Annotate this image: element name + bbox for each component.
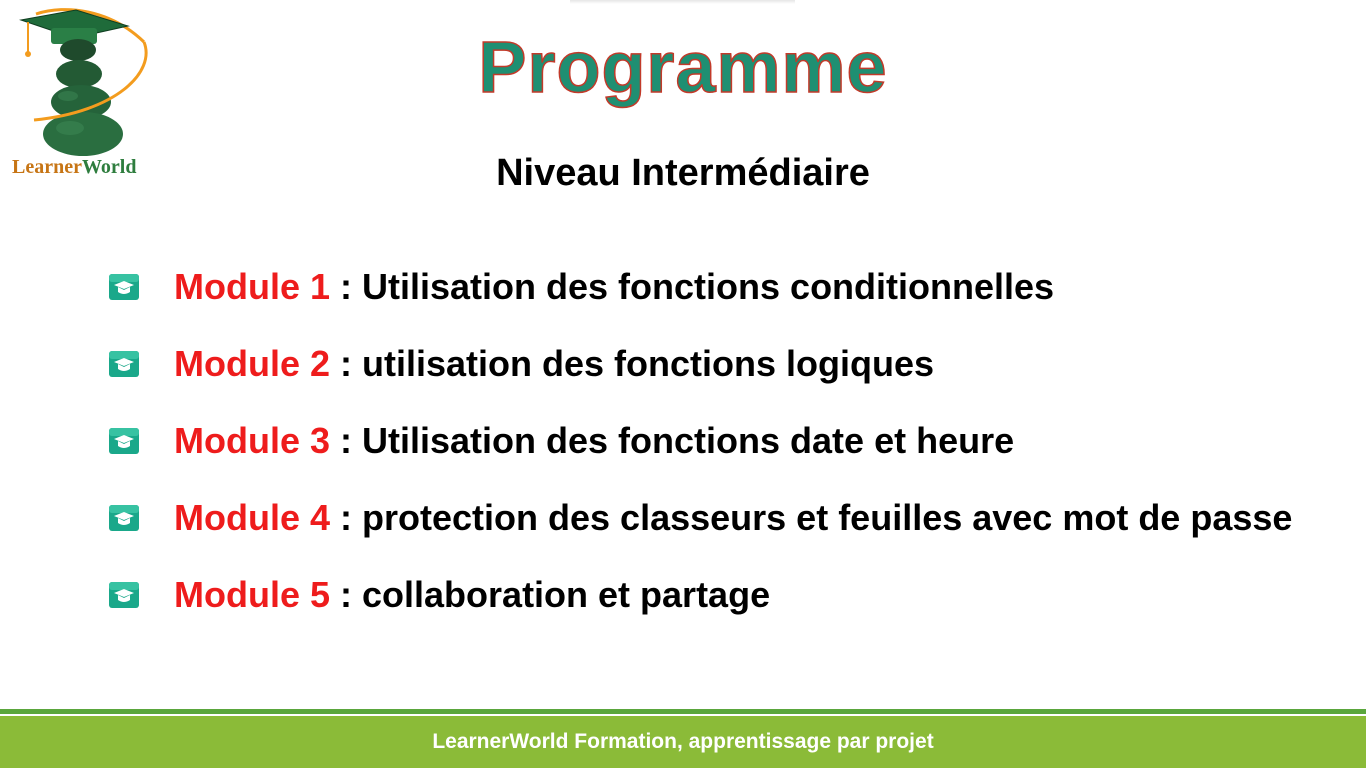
graduation-cap-icon	[109, 582, 139, 608]
top-shadow	[570, 0, 795, 4]
module-description: utilisation des fonctions logiques	[362, 343, 935, 384]
module-text: Module 1 : Utilisation des fonctions con…	[174, 264, 1054, 310]
module-separator: :	[330, 420, 363, 461]
module-text: Module 5 : collaboration et partage	[174, 572, 770, 618]
module-separator: :	[330, 266, 363, 307]
module-description: protection des classeurs et feuilles ave…	[362, 497, 1293, 538]
module-label: Module 1	[174, 266, 331, 307]
graduation-cap-icon	[109, 505, 139, 531]
module-label: Module 2	[174, 343, 331, 384]
footer-bar: LearnerWorld Formation, apprentissage pa…	[0, 716, 1366, 768]
graduation-cap-icon	[109, 274, 139, 300]
module-description: collaboration et partage	[362, 574, 771, 615]
graduation-cap-icon	[109, 351, 139, 377]
module-separator: :	[330, 343, 363, 384]
page-title: Programme	[478, 27, 888, 109]
page-subtitle: Niveau Intermédiaire	[496, 152, 870, 194]
module-label: Module 4	[174, 497, 331, 538]
module-separator: :	[330, 574, 363, 615]
module-label: Module 5	[174, 574, 331, 615]
module-description: Utilisation des fonctions conditionnelle…	[362, 266, 1055, 307]
module-text: Module 4 : protection des classeurs et f…	[174, 495, 1292, 541]
module-label: Module 3	[174, 420, 331, 461]
module-separator: :	[330, 497, 363, 538]
module-text: Module 2 : utilisation des fonctions log…	[174, 341, 934, 387]
footer-text: LearnerWorld Formation, apprentissage pa…	[432, 730, 934, 753]
module-text: Module 3 : Utilisation des fonctions dat…	[174, 418, 1014, 464]
slide: LearnerWorld Programme Niveau Intermédia…	[0, 0, 1366, 768]
graduation-cap-icon	[109, 428, 139, 454]
footer-divider	[0, 709, 1366, 714]
module-description: Utilisation des fonctions date et heure	[362, 420, 1015, 461]
